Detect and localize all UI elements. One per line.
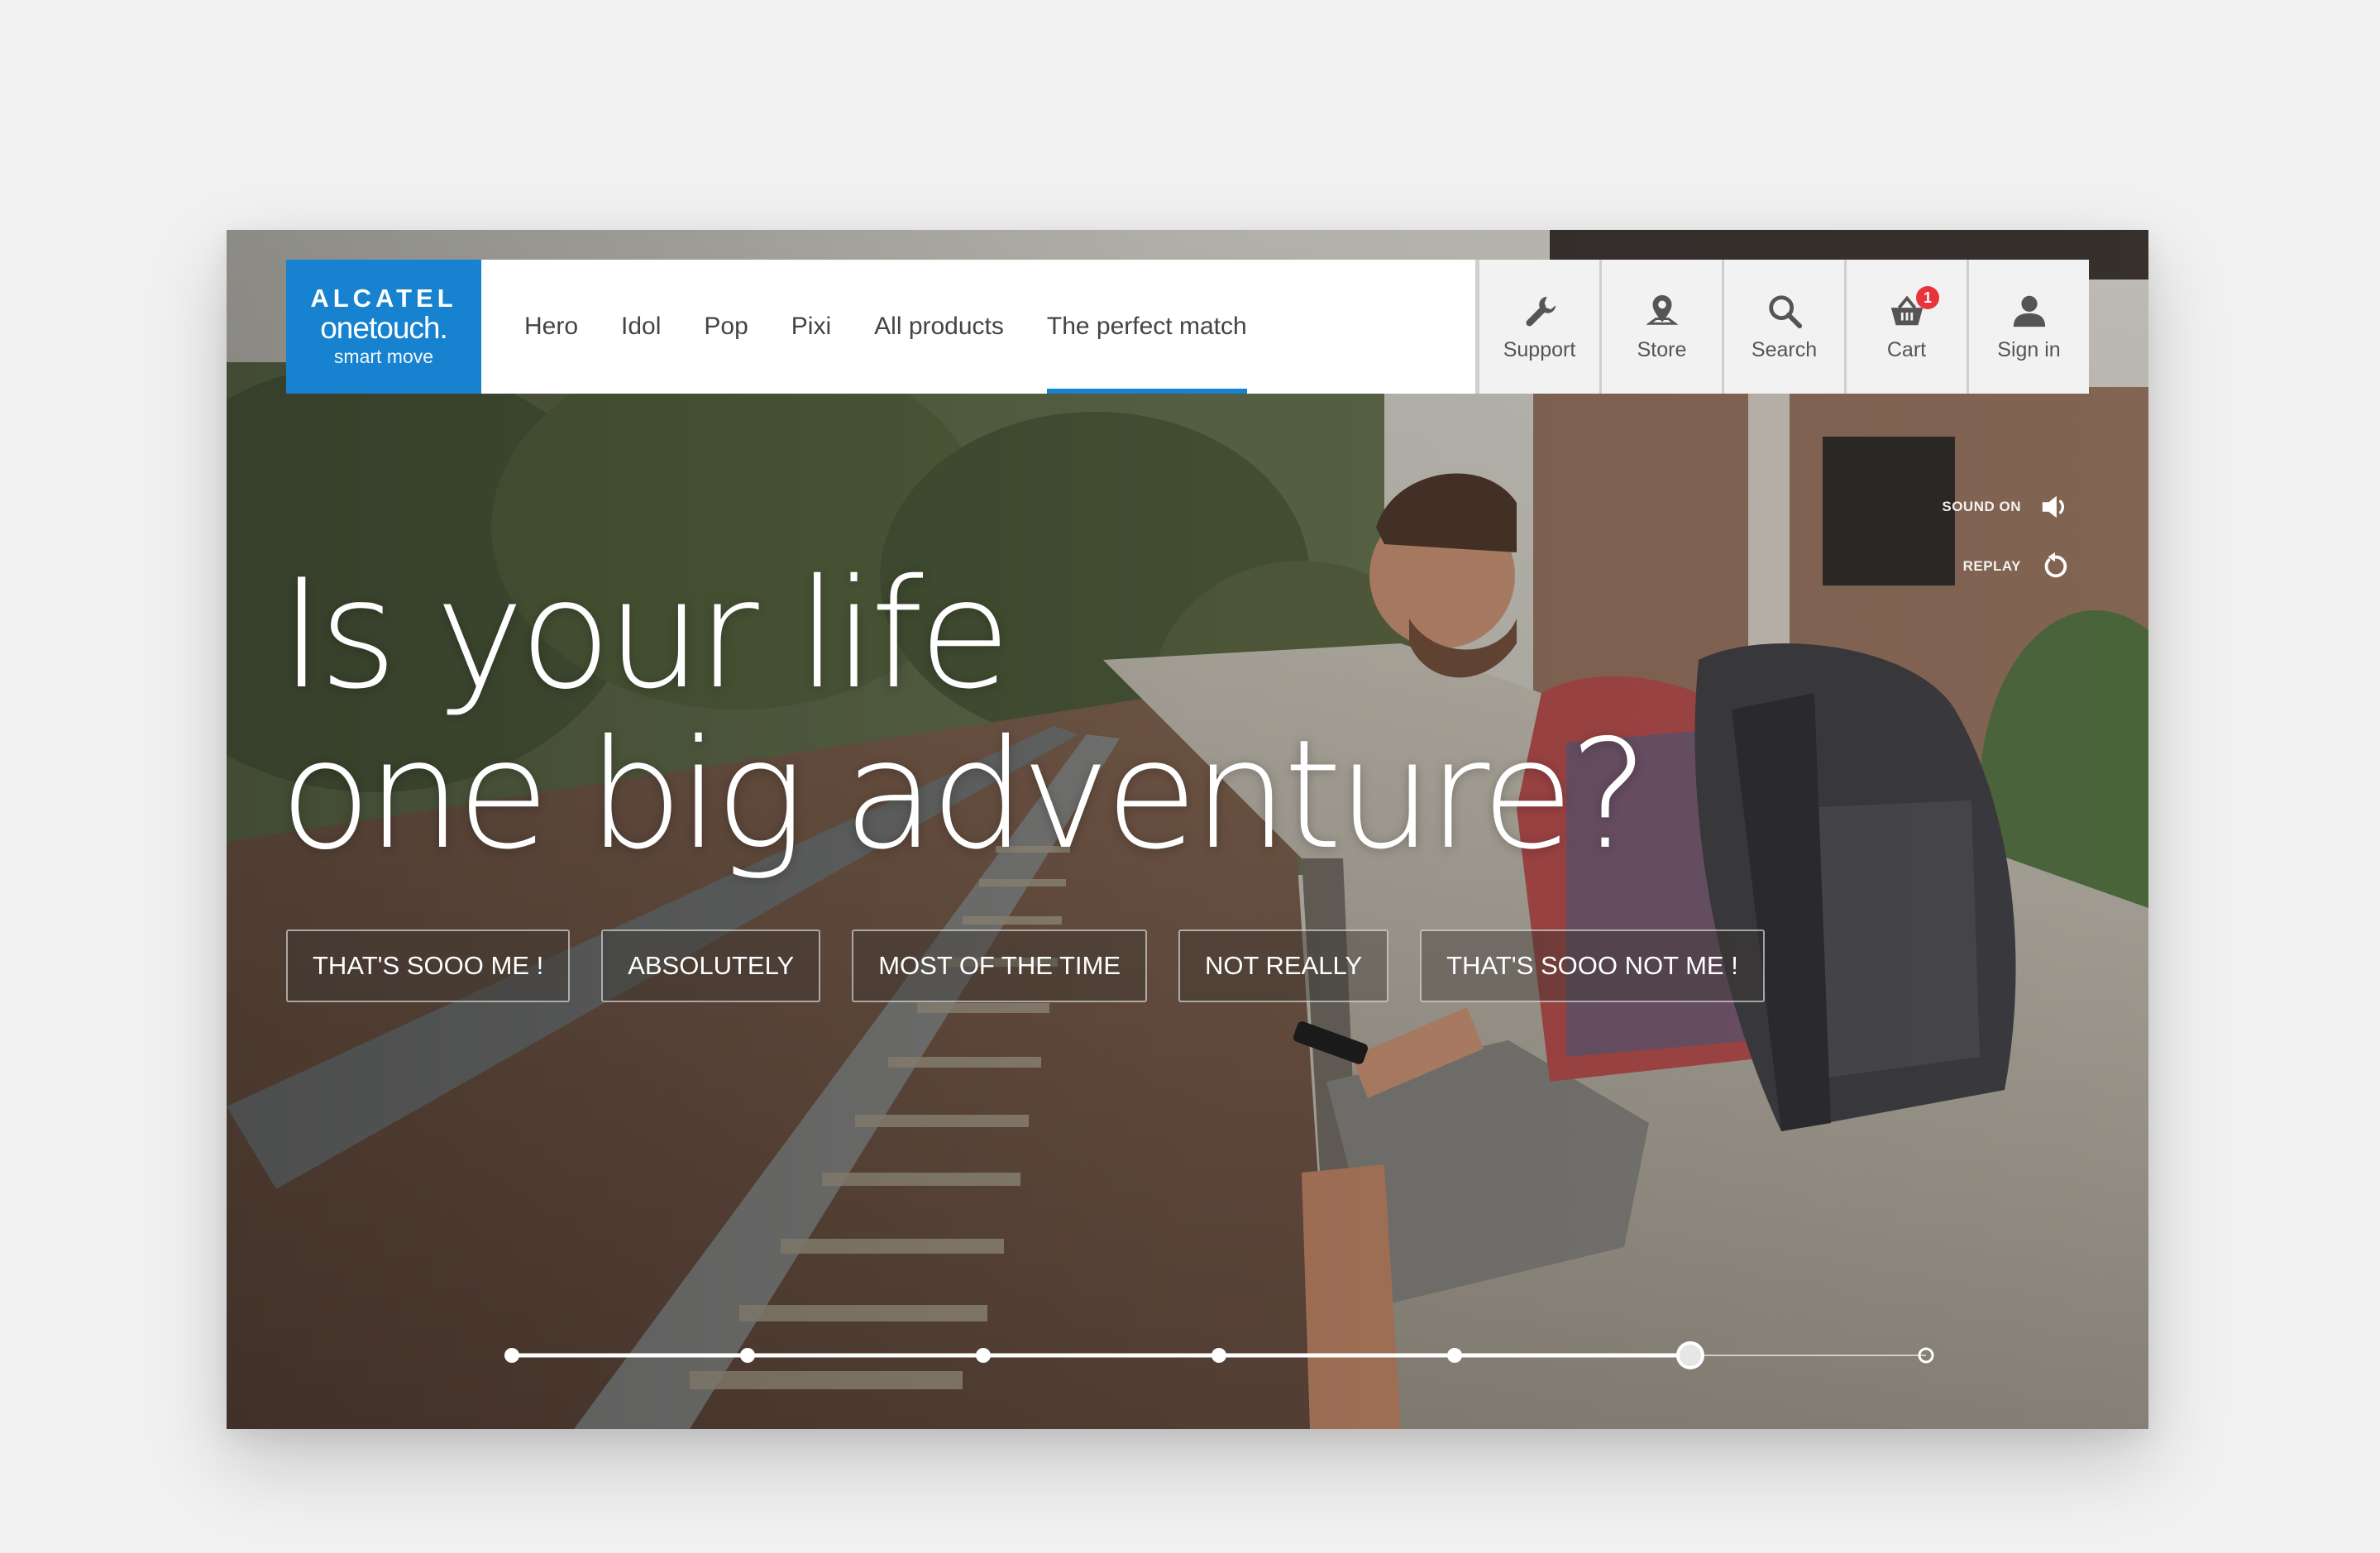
nav-actions: Support Store Search 1 Cart Sign in [1475, 260, 2089, 394]
nav-item-hero[interactable]: Hero [524, 260, 578, 394]
progress-step-dot[interactable] [1212, 1348, 1226, 1363]
replay-label: REPLAY [1962, 558, 2021, 574]
progress-step-dot[interactable] [976, 1348, 991, 1363]
headline-line-2: one big adventure? [280, 707, 1649, 882]
search-button[interactable]: Search [1722, 260, 1844, 394]
answer-thats-sooo-not-me-button[interactable]: THAT'S SOOO NOT ME ! [1420, 929, 1765, 1002]
answer-most-of-the-time-button[interactable]: MOST OF THE TIME [852, 929, 1148, 1002]
logo-line-brand: ALCATEL [310, 284, 457, 313]
answer-absolutely-button[interactable]: ABSOLUTELY [601, 929, 821, 1002]
support-button[interactable]: Support [1475, 260, 1599, 394]
nav-item-the-perfect-match[interactable]: The perfect match [1046, 260, 1247, 394]
top-navigation: ALCATEL onetouch. smart move Hero Idol P… [286, 260, 2089, 394]
page-headline: Is your life one big adventure? [280, 547, 1649, 882]
nav-item-pop[interactable]: Pop [704, 260, 748, 394]
answer-options: THAT'S SOOO ME ! ABSOLUTELY MOST OF THE … [286, 929, 1765, 1002]
alcatel-onetouch-logo[interactable]: ALCATEL onetouch. smart move [286, 260, 481, 394]
replay-icon [2044, 552, 2067, 578]
wrench-icon [1525, 296, 1556, 326]
progress-step-dot[interactable] [740, 1348, 755, 1363]
main-menu: Hero Idol Pop Pixi All products The perf… [481, 260, 1290, 394]
progress-step-dot[interactable] [1676, 1341, 1704, 1369]
cart-button[interactable]: 1 Cart [1844, 260, 1967, 394]
nav-item-idol[interactable]: Idol [621, 260, 661, 394]
map-pin-icon [1645, 294, 1679, 325]
answer-not-really-button[interactable]: NOT REALLY [1178, 929, 1389, 1002]
cart-count-badge: 1 [1916, 286, 1939, 309]
progress-step-dot[interactable] [1447, 1348, 1462, 1363]
logo-line-tagline: smart move [333, 346, 434, 368]
replay-button[interactable]: REPLAY [1963, 551, 2071, 582]
nav-item-pixi[interactable]: Pixi [791, 260, 831, 394]
progress-step-dot[interactable] [504, 1348, 519, 1363]
speaker-icon [2042, 495, 2065, 518]
sign-in-label: Sign in [1997, 337, 2061, 361]
nav-item-all-products[interactable]: All products [874, 260, 1004, 394]
search-icon [1768, 294, 1802, 328]
answer-thats-sooo-me-button[interactable]: THAT'S SOOO ME ! [286, 929, 571, 1002]
sign-in-button[interactable]: Sign in [1967, 260, 2089, 394]
search-label: Search [1751, 337, 1818, 361]
support-label: Support [1503, 337, 1576, 361]
headline-line-1: Is your life [280, 547, 1011, 722]
store-button[interactable]: Store [1599, 260, 1722, 394]
sound-label: SOUND ON [1942, 499, 2021, 514]
logo-line-product: onetouch. [320, 311, 448, 346]
user-icon [2013, 295, 2045, 327]
hero-card: ALCATEL onetouch. smart move Hero Idol P… [227, 230, 2148, 1429]
cart-label: Cart [1886, 337, 1927, 361]
sound-toggle[interactable]: SOUND ON [1942, 491, 2071, 523]
store-label: Store [1637, 337, 1687, 361]
